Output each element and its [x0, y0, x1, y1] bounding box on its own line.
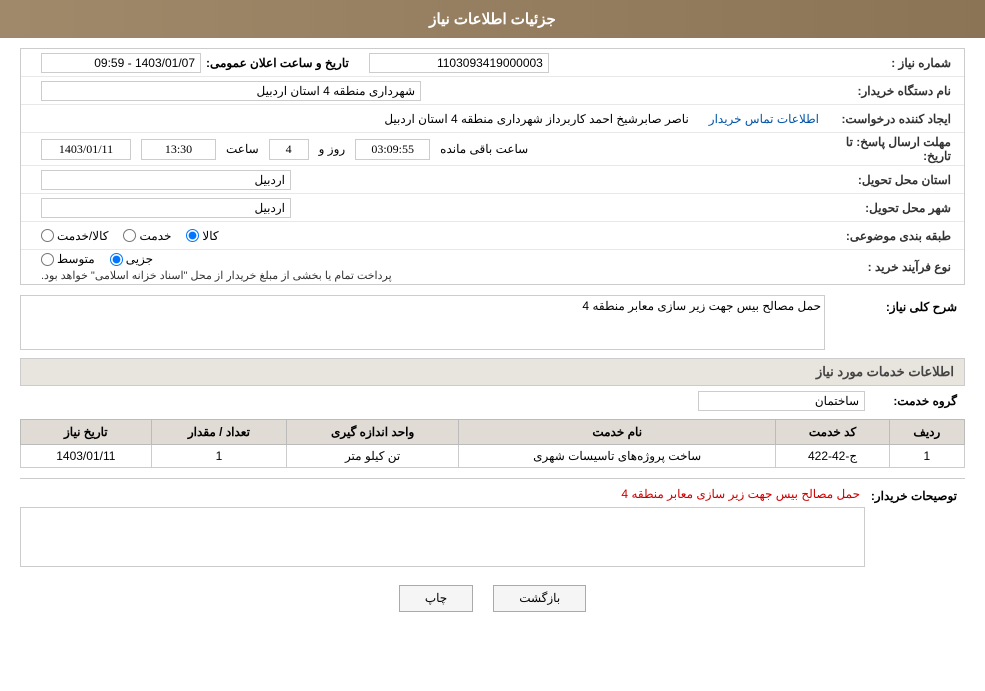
category-kala-khadamat-radio[interactable]: [41, 229, 54, 242]
process-row: نوع فرآیند خرید : متوسط جزیی پرداخت تمام…: [21, 250, 964, 284]
category-kala-khadamat-item: کالا/خدمت: [41, 229, 108, 243]
announce-date-section: [41, 53, 201, 73]
action-buttons: بازگشت چاپ: [20, 585, 965, 612]
col-header-row-num: ردیف: [889, 420, 964, 445]
process-motavaset-item: متوسط: [41, 252, 95, 266]
buyer-description-section: توصیحات خریدار: حمل مصالح بیس جهت زیر سا…: [20, 478, 965, 570]
service-group-row: گروه خدمت:: [20, 391, 965, 411]
cell-date: 1403/01/11: [21, 445, 152, 468]
page-container: جزئیات اطلاعات نیاز شماره نیاز : تاریخ و…: [0, 0, 985, 691]
province-input[interactable]: [41, 170, 291, 190]
remaining-suffix: ساعت باقی مانده: [440, 142, 528, 156]
buyer-description-label: توصیحات خریدار:: [865, 484, 965, 503]
back-button[interactable]: بازگشت: [493, 585, 586, 612]
category-label: طبقه بندی موضوعی:: [819, 229, 959, 243]
remaining-time-input[interactable]: [355, 139, 430, 160]
buyer-contact-link[interactable]: اطلاعات تماس خریدار: [709, 112, 819, 126]
process-jazii-radio[interactable]: [110, 253, 123, 266]
cell-row-num: 1: [889, 445, 964, 468]
city-row: شهر محل تحویل:: [21, 194, 964, 222]
col-header-unit: واحد اندازه گیری: [287, 420, 459, 445]
cell-unit: تن کیلو متر: [287, 445, 459, 468]
buyer-org-row: نام دستگاه خریدار:: [21, 77, 964, 105]
services-table: ردیف کد خدمت نام خدمت واحد اندازه گیری ت…: [20, 419, 965, 468]
service-group-label: گروه خدمت:: [865, 394, 965, 408]
buyer-org-label: نام دستگاه خریدار:: [819, 84, 959, 98]
province-value-cell: [41, 170, 819, 190]
process-jazii-item: جزیی: [110, 252, 153, 266]
page-title: جزئیات اطلاعات نیاز: [429, 11, 556, 28]
category-kala-label: کالا: [202, 229, 218, 243]
city-value-cell: [41, 198, 819, 218]
buyer-org-value-cell: [41, 81, 819, 101]
process-motavaset-radio[interactable]: [41, 253, 54, 266]
col-header-code: کد خدمت: [776, 420, 889, 445]
deadline-value-cell: ساعت باقی مانده روز و ساعت: [41, 139, 819, 160]
need-description-area: شرح کلی نیاز: حمل مصالح بیس جهت زیر سازی…: [20, 295, 965, 350]
requester-value: ناصر صابرشیخ احمد کاربرداز شهرداری منطقه…: [41, 112, 694, 126]
buyer-description-text: حمل مصالح بیس جهت زیر سازی معابر منطقه 4: [20, 484, 865, 504]
need-number-value-cell: [369, 53, 819, 73]
col-header-qty: تعداد / مقدار: [151, 420, 287, 445]
province-label: استان محل تحویل:: [819, 173, 959, 187]
category-kala-radio[interactable]: [186, 229, 199, 242]
need-number-label: شماره نیاز :: [819, 56, 959, 70]
service-group-input[interactable]: [698, 391, 865, 411]
category-khadamat-radio[interactable]: [123, 229, 136, 242]
cell-name: ساخت پروژه‌های تاسیسات شهری: [459, 445, 776, 468]
need-number-input[interactable]: [369, 53, 549, 73]
page-header: جزئیات اطلاعات نیاز: [0, 0, 985, 38]
buyer-description-input[interactable]: [20, 507, 865, 567]
buyer-org-input[interactable]: [41, 81, 421, 101]
category-khadamat-label: خدمت: [139, 229, 171, 243]
province-row: استان محل تحویل:: [21, 166, 964, 194]
category-value-cell: کالا/خدمت خدمت کالا: [41, 229, 819, 243]
deadline-row: مهلت ارسال پاسخ: تا تاریخ: ساعت باقی مان…: [21, 133, 964, 166]
deadline-time-input[interactable]: [141, 139, 216, 160]
remaining-days-input[interactable]: [269, 139, 309, 160]
announce-date-label: تاریخ و ساعت اعلان عمومی:: [206, 56, 349, 70]
buyer-desc-content: حمل مصالح بیس جهت زیر سازی معابر منطقه 4: [20, 484, 865, 570]
process-label: نوع فرآیند خرید :: [819, 260, 959, 274]
table-row: 1 ج-42-422 ساخت پروژه‌های تاسیسات شهری ت…: [21, 445, 965, 468]
deadline-time-label: ساعت: [226, 142, 259, 156]
category-row: طبقه بندی موضوعی: کالا/خدمت خدمت کالا: [21, 222, 964, 250]
need-description-label: شرح کلی نیاز:: [825, 295, 965, 314]
need-number-row: شماره نیاز : تاریخ و ساعت اعلان عمومی:: [21, 49, 964, 77]
content-area: شماره نیاز : تاریخ و ساعت اعلان عمومی: ن…: [0, 38, 985, 632]
cell-qty: 1: [151, 445, 287, 468]
col-header-date: تاریخ نیاز: [21, 420, 152, 445]
deadline-date-input[interactable]: [41, 139, 131, 160]
requester-label: ایجاد کننده درخواست:: [819, 112, 959, 126]
category-kala-khadamat-label: کالا/خدمت: [57, 229, 108, 243]
remaining-days-label: روز و: [319, 142, 346, 156]
cell-code: ج-42-422: [776, 445, 889, 468]
announce-date-input[interactable]: [41, 53, 201, 73]
main-info-section: شماره نیاز : تاریخ و ساعت اعلان عمومی: ن…: [20, 48, 965, 285]
category-khadamat-item: خدمت: [123, 229, 171, 243]
col-header-name: نام خدمت: [459, 420, 776, 445]
city-label: شهر محل تحویل:: [819, 201, 959, 215]
deadline-label: مهلت ارسال پاسخ: تا تاریخ:: [819, 135, 959, 163]
city-input[interactable]: [41, 198, 291, 218]
process-value-cell: متوسط جزیی پرداخت تمام یا بخشی از مبلغ خ…: [41, 252, 819, 282]
process-motavaset-label: متوسط: [57, 252, 95, 266]
service-info-title: اطلاعات خدمات مورد نیاز: [20, 358, 965, 386]
requester-value-cell: اطلاعات تماس خریدار ناصر صابرشیخ احمد کا…: [41, 112, 819, 126]
need-description-input[interactable]: حمل مصالح بیس جهت زیر سازی معابر منطقه 4: [20, 295, 825, 350]
category-radio-group: کالا/خدمت خدمت کالا: [41, 229, 219, 243]
process-description: پرداخت تمام یا بخشی از مبلغ خریدار از مح…: [41, 269, 392, 282]
print-button[interactable]: چاپ: [399, 585, 473, 612]
requester-row: ایجاد کننده درخواست: اطلاعات تماس خریدار…: [21, 105, 964, 133]
process-jazii-label: جزیی: [126, 252, 153, 266]
category-kala-item: کالا: [186, 229, 218, 243]
process-radio-group: متوسط جزیی: [41, 252, 153, 266]
table-header-row: ردیف کد خدمت نام خدمت واحد اندازه گیری ت…: [21, 420, 965, 445]
